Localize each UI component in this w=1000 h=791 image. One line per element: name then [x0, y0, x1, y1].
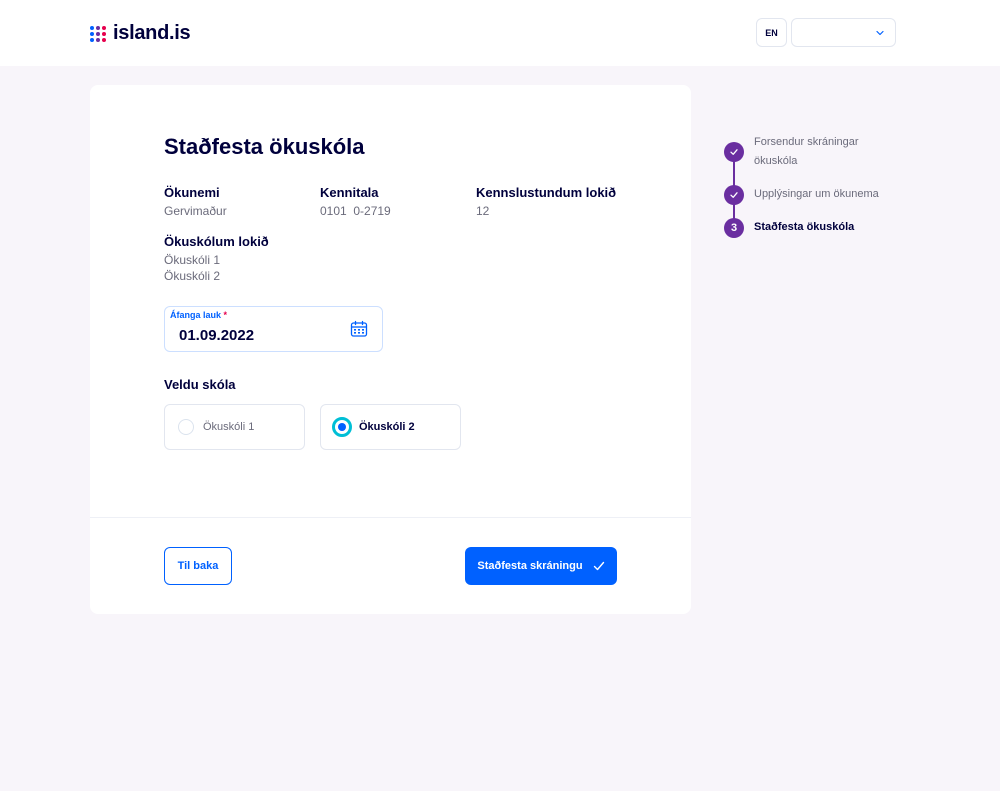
- radio-option-school-2[interactable]: Ökuskóli 2: [320, 404, 461, 450]
- step-label: Upplýsingar um ökunema: [754, 188, 879, 200]
- user-menu-select[interactable]: [791, 18, 896, 47]
- language-button[interactable]: EN: [756, 18, 787, 47]
- logo-text: island.is: [113, 22, 191, 44]
- field-label: Ökuskólum lokið: [164, 234, 269, 249]
- field-national-id: Kennitala 0101 0-2719: [320, 185, 391, 219]
- top-header: island.is EN: [0, 0, 1000, 66]
- school-select-title: Veldu skóla: [164, 377, 236, 392]
- radio-button-checked[interactable]: [332, 417, 352, 437]
- radio-option-school-1[interactable]: Ökuskóli 1: [164, 404, 305, 450]
- page-title: Staðfesta ökuskóla: [164, 134, 365, 159]
- field-student: Ökunemi Gervimaður: [164, 185, 227, 219]
- field-label: Ökunemi: [164, 185, 220, 200]
- chevron-down-icon: [876, 30, 884, 36]
- logo-dots-icon: [90, 25, 106, 42]
- field-lessons-completed: Kennslustundum lokið 12: [476, 185, 616, 219]
- field-label: Kennitala: [320, 185, 379, 200]
- step-1: Forsendur skráningar ökuskóla: [724, 136, 894, 171]
- field-value: 12: [476, 204, 490, 218]
- confirm-button-label: Staðfesta skráningu: [477, 560, 583, 572]
- form-card: Staðfesta ökuskóla Ökunemi Gervimaður Ke…: [90, 85, 691, 614]
- date-input[interactable]: Áfanga lauk * 01.09.2022: [164, 306, 383, 352]
- date-label: Áfanga lauk *: [170, 310, 227, 320]
- radio-label: Ökuskóli 1: [203, 421, 255, 433]
- date-value: 01.09.2022: [179, 327, 255, 344]
- check-icon: [593, 561, 604, 571]
- calendar-icon[interactable]: [350, 320, 368, 338]
- field-value: Gervimaður: [164, 204, 227, 218]
- step-label: Staðfesta ökuskóla: [754, 221, 855, 233]
- field-schools-completed: Ökuskólum lokið Ökuskóli 1 Ökuskóli 2: [164, 234, 269, 284]
- step-check-icon: [724, 185, 744, 205]
- step-2: Upplýsingar um ökunema: [724, 185, 894, 205]
- field-value: 0101 0-2719: [320, 204, 391, 218]
- radio-button[interactable]: [178, 419, 194, 435]
- date-label-text: Áfanga lauk: [170, 310, 222, 320]
- step-number: 3: [724, 218, 744, 238]
- footer-divider: [90, 517, 691, 518]
- field-value: Ökuskóli 2: [164, 269, 221, 283]
- step-label: Forsendur skráningar ökuskóla: [754, 136, 859, 167]
- required-mark: *: [223, 310, 228, 320]
- island-logo[interactable]: island.is: [90, 22, 191, 45]
- step-3: 3 Staðfesta ökuskóla: [724, 218, 894, 238]
- confirm-registration-button[interactable]: Staðfesta skráningu: [465, 547, 617, 585]
- radio-label: Ökuskóli 2: [359, 421, 415, 433]
- step-check-icon: [724, 142, 744, 162]
- field-value: Ökuskóli 1: [164, 253, 221, 267]
- field-label: Kennslustundum lokið: [476, 185, 617, 200]
- back-button[interactable]: Til baka: [164, 547, 232, 585]
